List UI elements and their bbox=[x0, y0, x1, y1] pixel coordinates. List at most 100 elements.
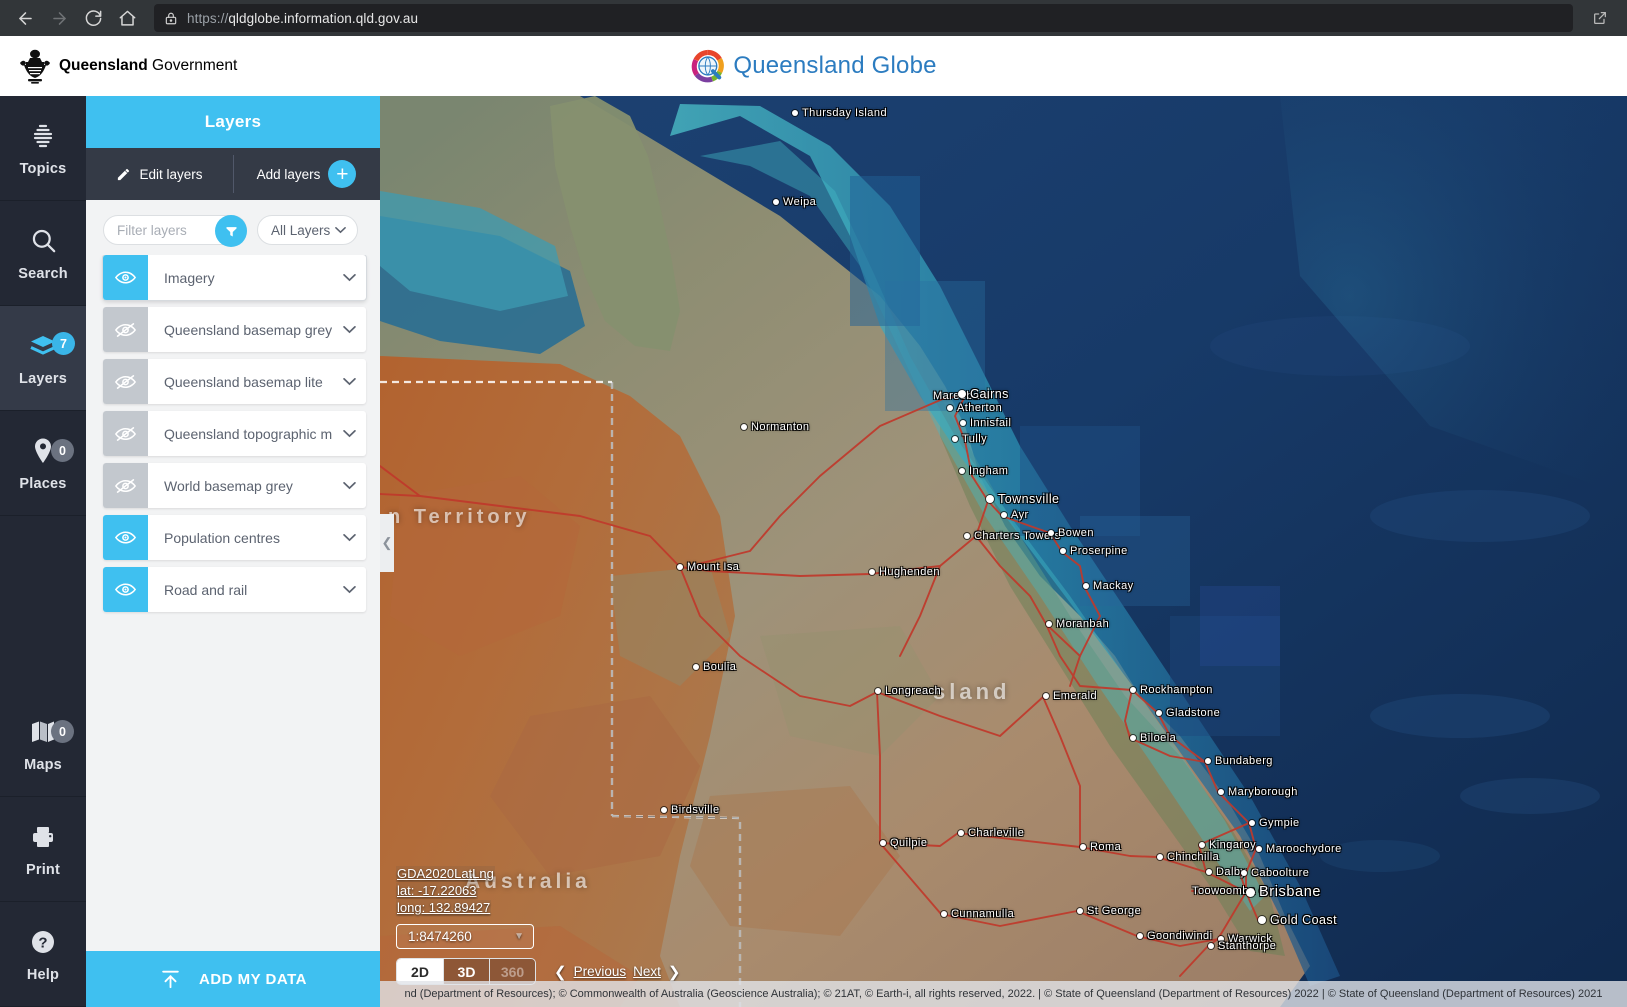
browser-toolbar: https://qldglobe.information.qld.gov.au bbox=[0, 0, 1627, 36]
queensland-globe-brand[interactable]: Queensland Globe bbox=[690, 49, 936, 83]
lock-icon bbox=[164, 11, 178, 26]
map-attribution: nd (Department of Resources); © Commonwe… bbox=[380, 981, 1627, 1007]
queensland-government-logo[interactable]: Queensland Government bbox=[18, 48, 237, 84]
url-text: https://qldglobe.information.qld.gov.au bbox=[187, 11, 418, 26]
sidebar-item-help[interactable]: ? Help bbox=[0, 902, 86, 1007]
coordinate-system-link[interactable]: GDA2020LatLng bbox=[396, 866, 495, 882]
search-icon bbox=[30, 225, 57, 257]
collapse-panel-handle[interactable]: ❮ bbox=[380, 514, 394, 572]
map-canvas bbox=[380, 96, 1627, 1007]
brand-title: Queensland Globe bbox=[733, 52, 936, 80]
layer-label-queensland-basemap-lite: Queensland basemap lite bbox=[148, 359, 332, 404]
browser-reload-button[interactable] bbox=[78, 3, 108, 33]
all-layers-dropdown[interactable]: All Layers bbox=[257, 215, 358, 245]
latitude-value[interactable]: lat: -17.22063 bbox=[396, 883, 478, 899]
layer-expand-queensland-basemap-lite[interactable] bbox=[332, 359, 366, 404]
eye-icon bbox=[115, 530, 136, 545]
filter-icon[interactable] bbox=[215, 215, 247, 247]
visibility-toggle-population-centres[interactable] bbox=[103, 515, 148, 560]
add-my-data-label: ADD MY DATA bbox=[199, 971, 307, 988]
gov-bold-text: Queensland bbox=[59, 57, 148, 74]
layer-label-population-centres: Population centres bbox=[148, 515, 332, 560]
sidebar-item-topics[interactable]: Topics bbox=[0, 96, 86, 201]
layer-row-population-centres[interactable]: Population centres bbox=[103, 515, 366, 560]
panel-title: Layers bbox=[86, 96, 380, 148]
layer-row-world-basemap-grey[interactable]: World basemap grey bbox=[103, 463, 366, 508]
layer-label-road-and-rail: Road and rail bbox=[148, 567, 332, 612]
chevron-left-icon: ❮ bbox=[554, 963, 567, 981]
eye-off-icon bbox=[115, 426, 136, 442]
chevron-down-icon bbox=[343, 429, 356, 438]
browser-forward-button[interactable] bbox=[44, 3, 74, 33]
topics-icon bbox=[29, 120, 57, 152]
edit-layers-button[interactable]: Edit layers bbox=[86, 148, 233, 200]
visibility-toggle-imagery[interactable] bbox=[103, 255, 148, 300]
sidebar-item-search[interactable]: Search bbox=[0, 201, 86, 306]
sidebar-item-print[interactable]: Print bbox=[0, 797, 86, 902]
sidebar-label-topics: Topics bbox=[20, 161, 67, 177]
filter-input-wrapper[interactable] bbox=[103, 215, 247, 245]
chevron-down-icon bbox=[343, 377, 356, 386]
chevron-right-icon: ❯ bbox=[668, 963, 681, 981]
rail-spacer bbox=[0, 516, 86, 692]
eye-off-icon bbox=[115, 374, 136, 390]
layer-label-queensland-basemap-grey: Queensland basemap grey bbox=[148, 307, 332, 352]
sidebar-item-layers[interactable]: 7 Layers bbox=[0, 306, 86, 411]
address-bar[interactable]: https://qldglobe.information.qld.gov.au bbox=[154, 4, 1573, 32]
layer-expand-imagery[interactable] bbox=[332, 255, 366, 300]
visibility-toggle-queensland-basemap-grey[interactable] bbox=[103, 307, 148, 352]
visibility-toggle-road-and-rail[interactable] bbox=[103, 567, 148, 612]
url-scheme: https:// bbox=[187, 11, 228, 26]
visibility-toggle-queensland-topographic-map[interactable] bbox=[103, 411, 148, 456]
longitude-value[interactable]: long: 132.89427 bbox=[396, 900, 491, 916]
sidebar-label-places: Places bbox=[19, 476, 66, 492]
scale-value: 1:8474260 bbox=[408, 929, 472, 944]
help-icon: ? bbox=[30, 926, 56, 958]
previous-extent-link[interactable]: Previous bbox=[574, 964, 627, 979]
chevron-down-icon bbox=[335, 226, 346, 234]
chevron-down-icon bbox=[343, 533, 356, 542]
layer-label-queensland-topographic-map: Queensland topographic map bbox=[148, 411, 332, 456]
layer-expand-population-centres[interactable] bbox=[332, 515, 366, 560]
next-extent-link[interactable]: Next bbox=[633, 964, 661, 979]
layer-row-queensland-topographic-map[interactable]: Queensland topographic map bbox=[103, 411, 366, 456]
map-viewport[interactable]: n Territory Australia sland Thursday Isl… bbox=[380, 96, 1627, 1007]
layer-expand-world-basemap-grey[interactable] bbox=[332, 463, 366, 508]
eye-off-icon bbox=[115, 478, 136, 494]
layer-expand-queensland-basemap-grey[interactable] bbox=[332, 307, 366, 352]
layer-expand-road-and-rail[interactable] bbox=[332, 567, 366, 612]
layer-label-world-basemap-grey: World basemap grey bbox=[148, 463, 332, 508]
upload-icon bbox=[159, 968, 182, 990]
open-external-button[interactable] bbox=[1585, 3, 1615, 33]
layer-row-queensland-basemap-lite[interactable]: Queensland basemap lite bbox=[103, 359, 366, 404]
svg-text:?: ? bbox=[38, 934, 47, 951]
government-wordmark: Queensland Government bbox=[59, 57, 237, 75]
eye-off-icon bbox=[115, 322, 136, 338]
layer-list: Imagery Queensland basemap grey Queens bbox=[86, 255, 380, 951]
browser-back-button[interactable] bbox=[10, 3, 40, 33]
visibility-toggle-world-basemap-grey[interactable] bbox=[103, 463, 148, 508]
layer-row-imagery[interactable]: Imagery bbox=[103, 255, 366, 300]
sidebar-label-print: Print bbox=[26, 862, 60, 878]
eye-icon bbox=[115, 582, 136, 597]
filter-layers-input[interactable] bbox=[104, 223, 208, 238]
queensland-globe-icon bbox=[690, 49, 724, 83]
chevron-down-icon bbox=[343, 585, 356, 594]
all-layers-value: All Layers bbox=[271, 223, 330, 238]
add-my-data-button[interactable]: ADD MY DATA bbox=[86, 951, 380, 1007]
left-nav-rail: Topics Search 7 Layers 0 bbox=[0, 96, 86, 1007]
scale-selector[interactable]: 1:8474260 ▼ bbox=[396, 924, 534, 949]
site-header: Queensland Government Queensland Globe bbox=[0, 36, 1627, 96]
pencil-icon bbox=[116, 167, 131, 182]
visibility-toggle-queensland-basemap-lite[interactable] bbox=[103, 359, 148, 404]
add-layers-button[interactable]: Add layers + bbox=[233, 148, 380, 200]
sidebar-item-places[interactable]: 0 Places bbox=[0, 411, 86, 516]
plus-icon: + bbox=[328, 160, 356, 188]
browser-home-button[interactable] bbox=[112, 3, 142, 33]
layer-expand-queensland-topographic-map[interactable] bbox=[332, 411, 366, 456]
layer-row-queensland-basemap-grey[interactable]: Queensland basemap grey bbox=[103, 307, 366, 352]
layer-row-road-and-rail[interactable]: Road and rail bbox=[103, 567, 366, 612]
sidebar-item-maps[interactable]: 0 Maps bbox=[0, 692, 86, 797]
url-host: qldglobe.information.qld.gov.au bbox=[228, 11, 418, 26]
layers-panel: Layers Edit layers Add layers + All Laye… bbox=[86, 96, 380, 1007]
